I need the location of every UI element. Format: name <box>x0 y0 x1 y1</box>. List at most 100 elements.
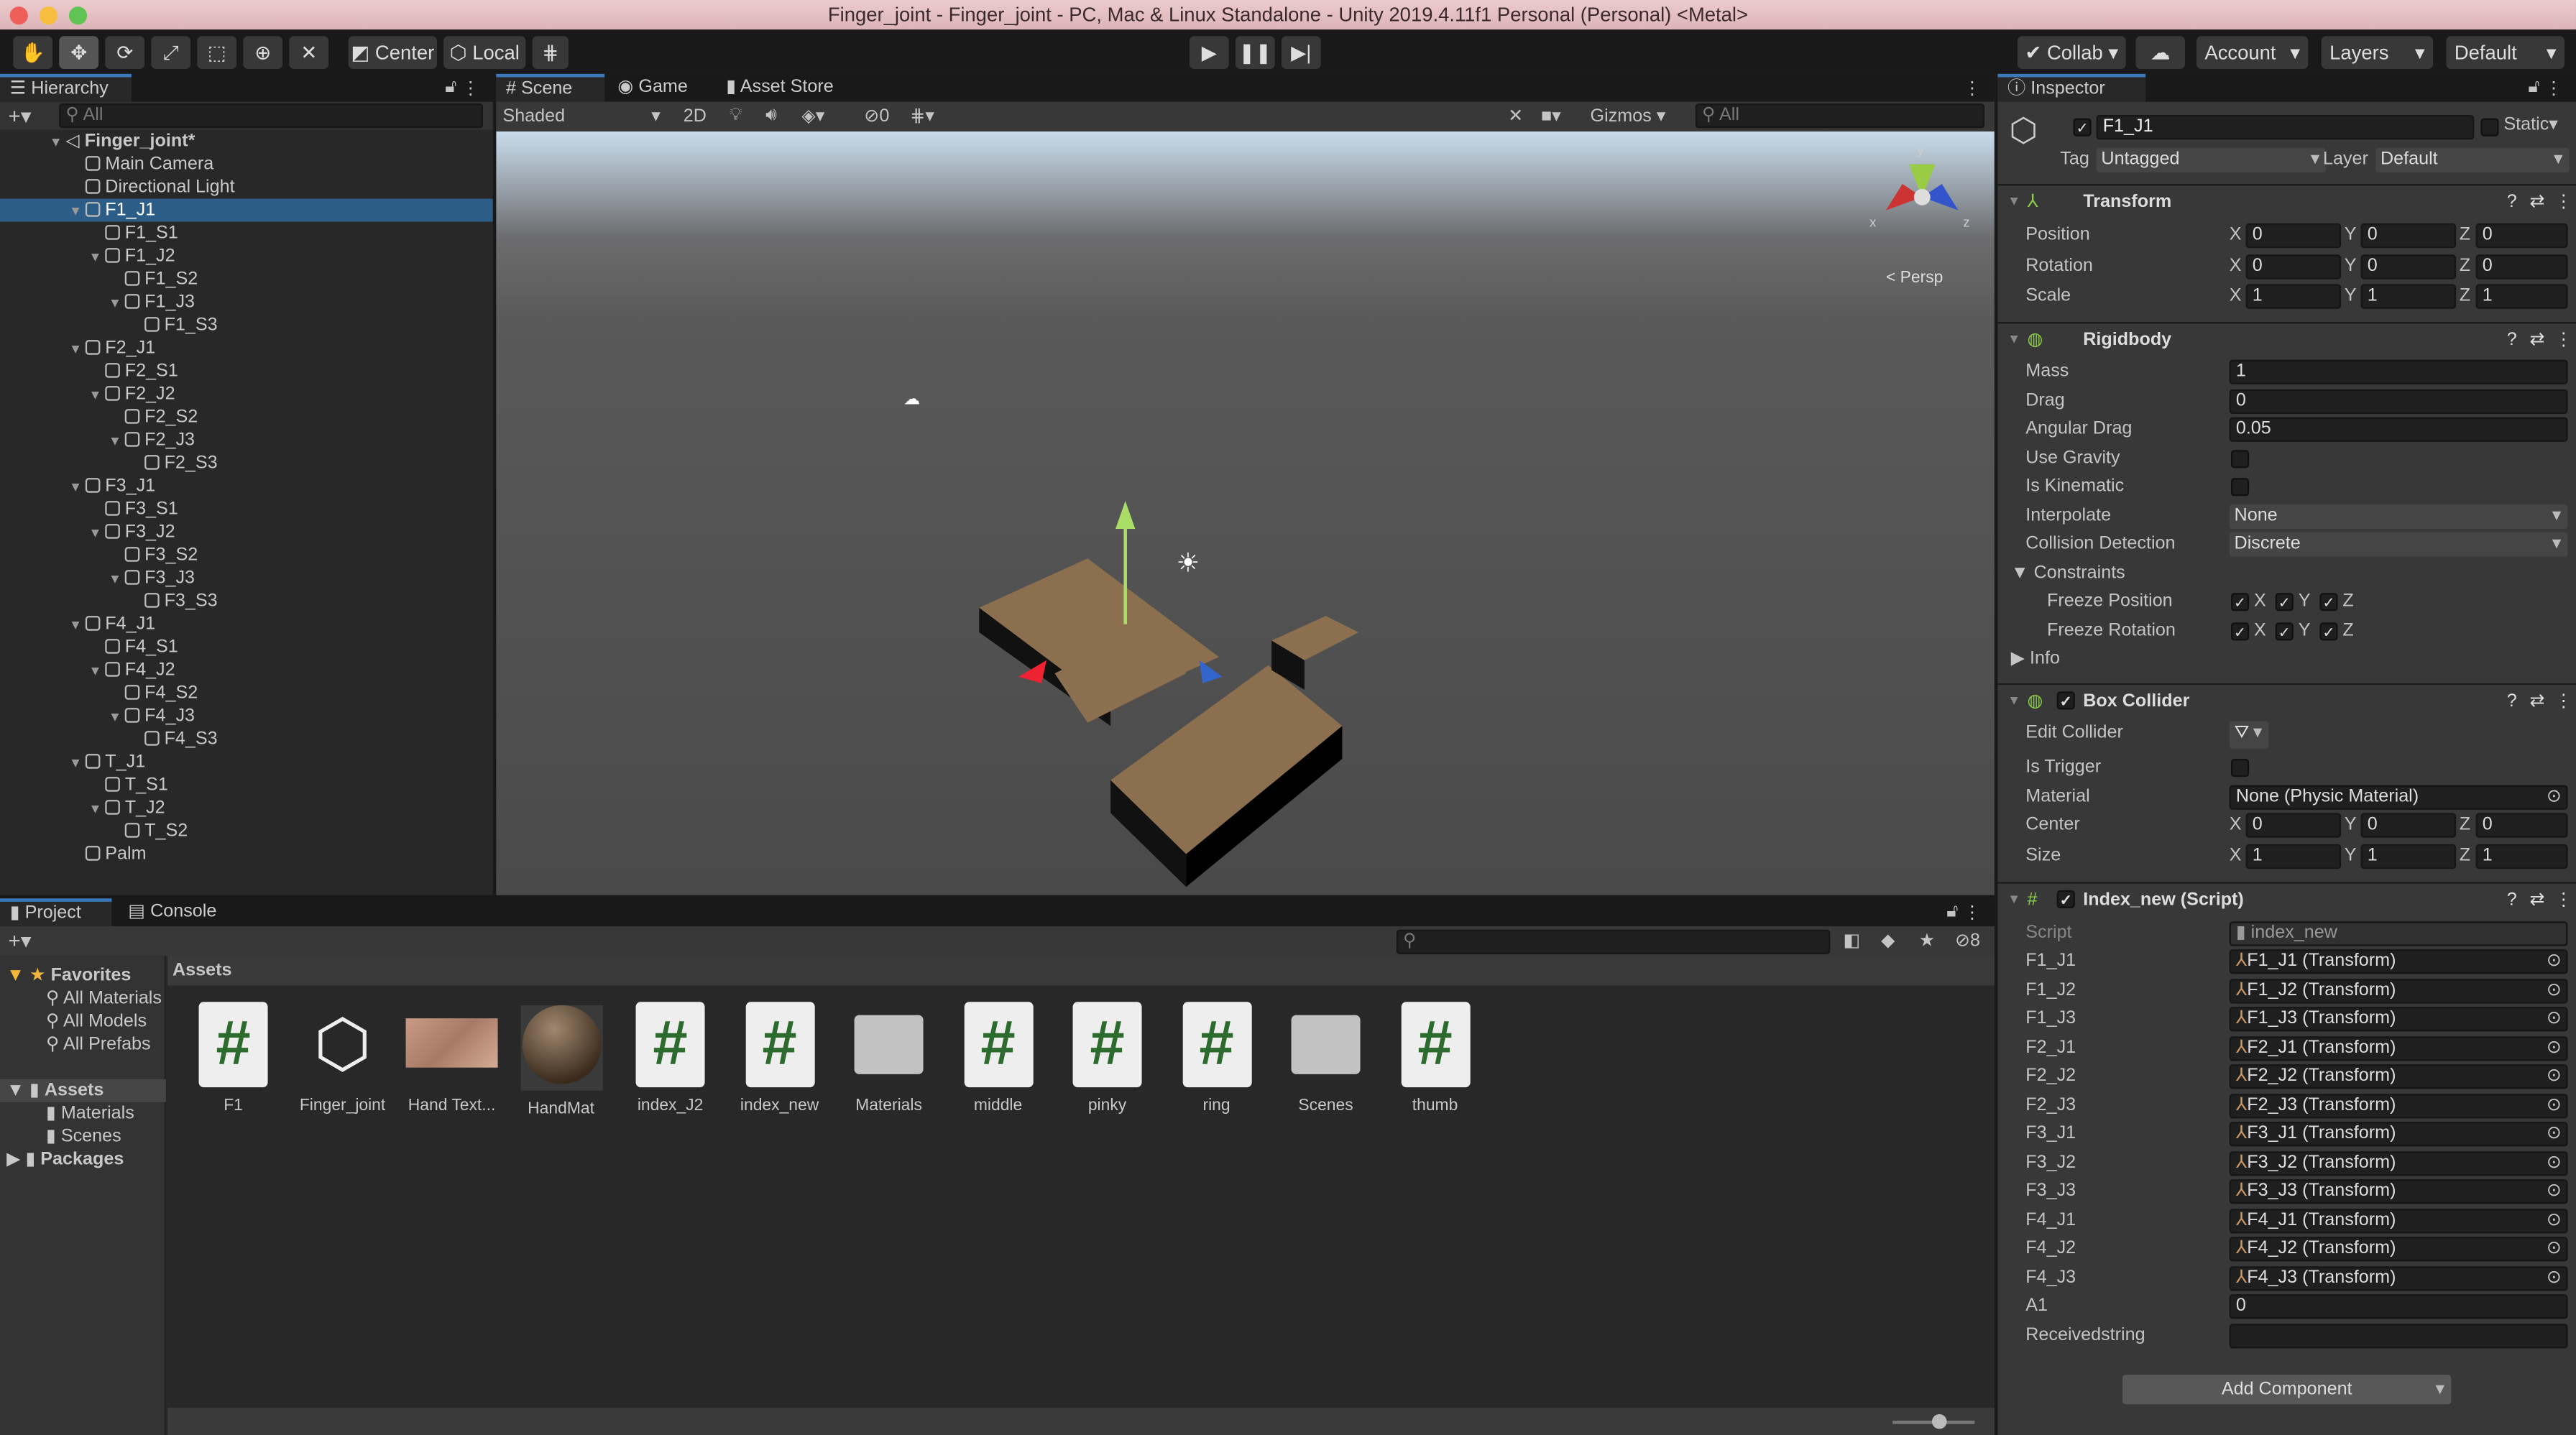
scene-search-input[interactable]: ⚲ All <box>1695 103 1985 129</box>
transform-tool-button[interactable]: ⊕ <box>243 36 283 69</box>
expand-arrow-icon[interactable]: ▼ <box>69 752 86 775</box>
tab-hierarchy[interactable]: ☰ Hierarchy <box>0 73 132 102</box>
hand-tool-button[interactable]: ✋ <box>13 36 53 69</box>
object-picker-icon[interactable]: ⊙ <box>2547 978 2562 1002</box>
component-header[interactable]: ▼ ⅄ Transform? ⇄ ⋮ <box>1997 183 2576 218</box>
transform-reference-field[interactable]: ⅄F4_J3 (Transform) <box>2229 1265 2568 1291</box>
scene-viewport[interactable]: ☀ ☁ y x z < Persp <box>496 131 1995 895</box>
hierarchy-item[interactable]: ▼ F4_J3 <box>0 705 493 728</box>
breadcrumb[interactable]: Assets <box>167 956 1995 986</box>
rotate-tool-button[interactable]: ⟳ <box>105 36 145 69</box>
enabled-checkbox[interactable]: ✓ <box>2056 691 2075 710</box>
shading-dropdown[interactable]: Shaded ▾ <box>500 103 667 130</box>
project-tree-item[interactable]: ▮ Scenes <box>0 1125 166 1148</box>
hierarchy-item[interactable]: ▼ F2_J3 <box>0 429 493 452</box>
layers-dropdown[interactable]: Layers ▾ <box>2321 36 2434 69</box>
foldout-arrow-icon[interactable]: ▼ <box>2007 685 2020 718</box>
enabled-checkbox[interactable]: ✓ <box>2056 890 2075 908</box>
lock-icon[interactable]: 🔓︎ <box>445 77 456 98</box>
object-picker-icon[interactable]: ⊙ <box>2547 1064 2562 1089</box>
pivot-center-button[interactable]: ◩ Center <box>348 36 437 69</box>
transform-reference-field[interactable]: ⅄F4_J1 (Transform) <box>2229 1208 2568 1233</box>
pause-button[interactable]: ❚❚ <box>1235 36 1275 69</box>
is-trigger-checkbox[interactable] <box>2230 758 2250 778</box>
object-picker-icon[interactable]: ⊙ <box>2547 1179 2562 1204</box>
drag-input[interactable]: 0 <box>2229 389 2568 414</box>
is-kinematic-checkbox[interactable] <box>2230 478 2250 497</box>
presets-icon[interactable]: ⇄ <box>2529 323 2544 356</box>
asset-item[interactable]: HandMat <box>512 1002 610 1119</box>
more-menu-icon[interactable]: ⋮ <box>2554 185 2572 218</box>
expand-arrow-icon[interactable]: ▼ <box>109 292 125 315</box>
material-field[interactable]: None (Physic Material) <box>2229 785 2568 810</box>
expand-arrow-icon[interactable]: ▼ <box>88 384 105 407</box>
move-tool-button[interactable]: ✥ <box>59 36 99 69</box>
center-x[interactable]: 0 <box>2245 813 2342 838</box>
expand-arrow-icon[interactable]: ▼ <box>88 660 105 683</box>
transform-reference-field[interactable]: ⅄F3_J3 (Transform) <box>2229 1179 2568 1204</box>
tab-console[interactable]: ▤ Console <box>119 898 226 926</box>
hierarchy-item[interactable]: F4_S2 <box>0 682 493 705</box>
hierarchy-item[interactable]: ▼ F3_J2 <box>0 521 493 544</box>
object-picker-icon[interactable]: ⊙ <box>2547 1122 2562 1146</box>
size-z[interactable]: 1 <box>2475 844 2568 869</box>
expand-arrow-icon[interactable]: ▼ <box>69 338 86 361</box>
help-icon[interactable]: ? <box>2507 185 2517 218</box>
transform-reference-field[interactable]: ⅄F1_J3 (Transform) <box>2229 1007 2568 1032</box>
hierarchy-item[interactable]: ▼ F4_J1 <box>0 613 493 636</box>
transform-reference-field[interactable]: ⅄F3_J2 (Transform) <box>2229 1150 2568 1176</box>
collision-detection-dropdown[interactable]: Discrete <box>2229 532 2568 557</box>
static-dropdown[interactable]: Static▾ <box>2503 114 2558 138</box>
project-tree-item[interactable]: ⚲ All Models <box>0 1010 166 1033</box>
more-menu-icon[interactable]: ⋮ <box>2554 884 2572 917</box>
pivot-local-button[interactable]: ⬡ Local <box>443 36 526 69</box>
hierarchy-item[interactable]: Palm <box>0 843 493 866</box>
hierarchy-item[interactable]: T_S1 <box>0 774 493 797</box>
object-picker-icon[interactable]: ⊙ <box>2547 1237 2562 1261</box>
rect-tool-button[interactable]: ⬚ <box>197 36 237 69</box>
more-menu-icon[interactable]: ⋮ <box>2554 685 2572 718</box>
expand-arrow-icon[interactable]: ▼ <box>69 200 86 223</box>
help-icon[interactable]: ? <box>2507 323 2517 356</box>
freeze-position-y-checkbox[interactable]: ✓ <box>2275 593 2294 612</box>
icon-size-slider-handle[interactable] <box>1931 1413 1947 1429</box>
gameobject-cube-icon[interactable]: ⬡ <box>2009 110 2038 151</box>
component-header[interactable]: ▼ ◍ ✓ Box Collider? ⇄ ⋮ <box>1997 683 2576 716</box>
transform-reference-field[interactable]: ⅄F1_J1 (Transform) <box>2229 949 2568 974</box>
freeze-rotation-x-checkbox[interactable]: ✓ <box>2230 622 2250 641</box>
hierarchy-item[interactable]: F2_S2 <box>0 406 493 429</box>
expand-arrow-icon[interactable]: ▼ <box>88 522 105 545</box>
more-menu-icon[interactable]: ⋮ <box>1963 902 1981 923</box>
camera-gizmo-icon[interactable]: ☁ <box>903 389 920 407</box>
info-foldout[interactable]: ▶ Info <box>2011 647 2060 672</box>
freeze-position-z-checkbox[interactable]: ✓ <box>2319 593 2338 612</box>
asset-item[interactable]: # F1 <box>184 1002 282 1115</box>
angular-input[interactable]: 0.05 <box>2229 417 2568 442</box>
account-dropdown[interactable]: Account ▾ <box>2196 36 2309 69</box>
edit-collider-button[interactable]: ⛛ <box>2229 721 2269 749</box>
object-picker-icon[interactable]: ⊙ <box>2547 1150 2562 1175</box>
hierarchy-item[interactable]: Directional Light <box>0 176 493 199</box>
a1-input[interactable]: 0 <box>2229 1294 2568 1319</box>
constraints-foldout[interactable]: ▼ Constraints <box>2011 562 2125 586</box>
transform-reference-field[interactable]: ⅄F4_J2 (Transform) <box>2229 1237 2568 1262</box>
play-button[interactable]: ▶ <box>1189 36 1229 69</box>
custom-tool-button[interactable]: ✕ <box>289 36 329 69</box>
hidden-objects-icon[interactable]: ⊘0 <box>864 105 889 126</box>
add-component-button[interactable]: Add Component <box>2122 1375 2452 1405</box>
step-button[interactable]: ▶| <box>1281 36 1321 69</box>
hierarchy-item[interactable]: F2_S1 <box>0 360 493 383</box>
asset-item[interactable]: Materials <box>840 1002 938 1115</box>
presets-icon[interactable]: ⇄ <box>2529 185 2544 218</box>
hierarchy-item[interactable]: F4_S3 <box>0 728 493 751</box>
asset-item[interactable]: # middle <box>949 1002 1047 1115</box>
component-header[interactable]: ▼ ◍ Rigidbody? ⇄ ⋮ <box>1997 321 2576 356</box>
presets-icon[interactable]: ⇄ <box>2529 884 2544 917</box>
transform-reference-field[interactable]: ⅄F1_J2 (Transform) <box>2229 978 2568 1003</box>
hierarchy-item[interactable]: ▼ F2_J2 <box>0 383 493 406</box>
more-menu-icon[interactable]: ⋮ <box>2554 323 2572 356</box>
gizmos-dropdown[interactable]: Gizmos ▾ <box>1591 105 1666 126</box>
transform-position-y[interactable]: 0 <box>2360 223 2457 249</box>
lighting-icon[interactable]: 💡︎ <box>730 105 742 126</box>
receivedstring-input[interactable] <box>2229 1324 2568 1349</box>
